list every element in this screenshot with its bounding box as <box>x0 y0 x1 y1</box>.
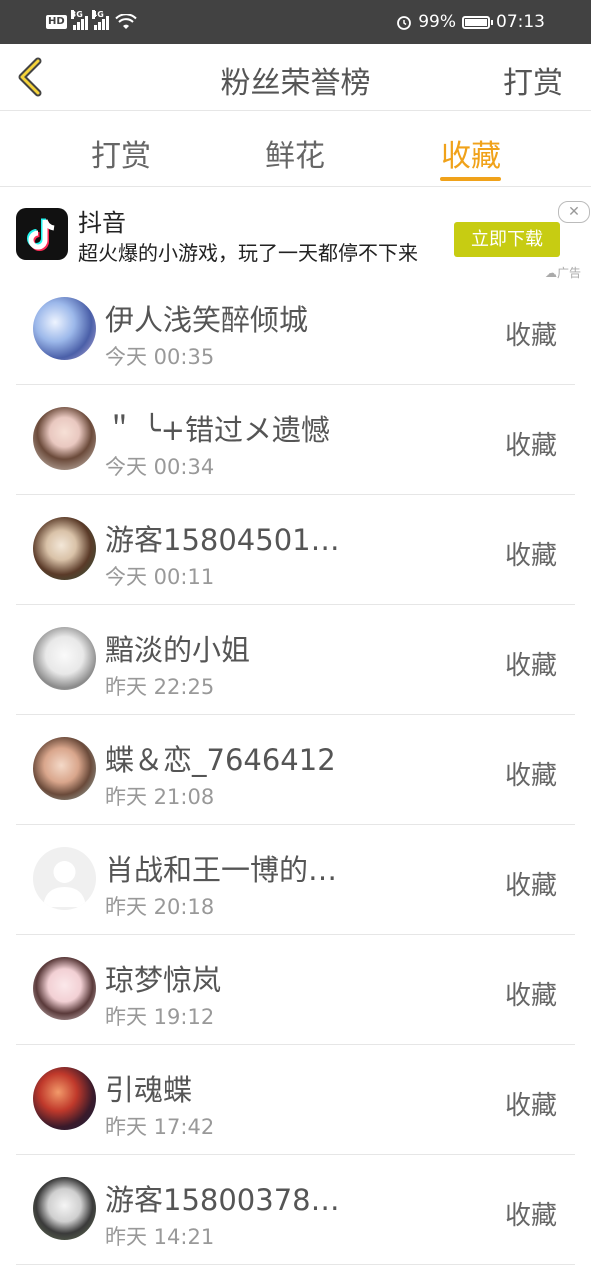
cell-signal-icon: 3G <box>70 10 88 30</box>
list-item[interactable]: 黯淡的小姐 昨天 22:25 收藏 <box>0 605 591 715</box>
fan-time: 昨天 14:21 <box>105 1225 215 1249</box>
avatar[interactable] <box>33 737 96 800</box>
cell-signal-icon-2: 4G <box>91 10 109 30</box>
battery-percent: 99% <box>418 12 456 32</box>
reward-button[interactable]: 打赏 <box>503 58 563 102</box>
fan-name: 游客15800378888 <box>105 1183 340 1217</box>
nav-bar: 粉丝荣誉榜 打赏 <box>0 44 591 111</box>
status-right: 99% 07:13 <box>396 11 545 33</box>
favorite-label: 收藏 <box>504 431 557 461</box>
ad-banner[interactable]: 抖音 超火爆的小游戏，玩了一天都停不下来 立即下载 ✕ ☁广告 <box>0 187 591 282</box>
avatar[interactable] <box>33 407 96 470</box>
fan-time: 昨天 22:25 <box>105 675 215 699</box>
tiktok-logo-icon <box>16 208 68 260</box>
fan-name: 伊人浅笑醉倾城 <box>105 303 309 337</box>
alarm-icon <box>397 16 412 30</box>
fan-name: ＂ ╰+错过メ遗憾 <box>105 413 330 447</box>
list-item[interactable]: 肖战和王一博的粉丝 昨天 20:18 收藏 <box>0 825 591 935</box>
fan-name: 引魂蝶 <box>105 1073 193 1107</box>
tab-reward[interactable]: 打赏 <box>91 131 151 175</box>
fan-time: 昨天 17:42 <box>105 1115 215 1139</box>
fan-name: 黯淡的小姐 <box>105 633 251 667</box>
fan-time: 今天 00:35 <box>105 345 215 369</box>
fan-time: 昨天 19:12 <box>105 1005 215 1029</box>
list-item[interactable]: 游客15800378888 昨天 14:21 收藏 <box>0 1155 591 1265</box>
fan-list: 伊人浅笑醉倾城 今天 00:35 收藏 ＂ ╰+错过メ遗憾 今天 00:34 收… <box>0 275 591 1265</box>
favorite-label: 收藏 <box>504 1091 557 1121</box>
favorite-label: 收藏 <box>504 1201 557 1231</box>
list-item[interactable]: 游客15804501234 今天 00:11 收藏 <box>0 495 591 605</box>
fan-time: 今天 00:34 <box>105 455 215 479</box>
avatar[interactable] <box>33 957 96 1020</box>
fan-name: 肖战和王一博的粉丝 <box>105 853 340 887</box>
avatar[interactable] <box>33 627 96 690</box>
fan-time: 今天 00:11 <box>105 565 215 589</box>
fan-name: 游客15804501234 <box>105 523 340 557</box>
favorite-label: 收藏 <box>504 981 557 1011</box>
default-avatar-icon <box>43 861 86 907</box>
fan-time: 昨天 20:18 <box>105 895 215 919</box>
ad-close-button[interactable]: ✕ <box>558 201 590 223</box>
ad-description: 超火爆的小游戏，玩了一天都停不下来 <box>78 241 418 265</box>
list-item[interactable]: 引魂蝶 昨天 17:42 收藏 <box>0 1045 591 1155</box>
battery-icon <box>462 15 493 29</box>
wifi-icon <box>114 14 137 29</box>
avatar[interactable] <box>33 847 96 910</box>
hd-badge: HD <box>46 15 67 29</box>
list-item[interactable]: ＂ ╰+错过メ遗憾 今天 00:34 收藏 <box>0 385 591 495</box>
download-button[interactable]: 立即下载 <box>454 222 560 257</box>
favorite-label: 收藏 <box>504 321 557 351</box>
active-tab-indicator <box>440 177 501 181</box>
tab-flowers[interactable]: 鲜花 <box>265 131 325 175</box>
clock: 07:13 <box>496 12 545 32</box>
list-item[interactable]: 琼梦惊岚 昨天 19:12 收藏 <box>0 935 591 1045</box>
favorite-label: 收藏 <box>504 651 557 681</box>
favorite-label: 收藏 <box>504 541 557 571</box>
avatar[interactable] <box>33 297 96 360</box>
list-item[interactable]: 蝶＆恋_7646412 昨天 21:08 收藏 <box>0 715 591 825</box>
list-item[interactable]: 伊人浅笑醉倾城 今天 00:35 收藏 <box>0 275 591 385</box>
avatar[interactable] <box>33 1177 96 1240</box>
tab-favorites[interactable]: 收藏 <box>441 131 501 175</box>
favorite-label: 收藏 <box>504 761 557 791</box>
tab-bar: 打赏 鲜花 收藏 <box>0 111 591 187</box>
favorite-label: 收藏 <box>504 871 557 901</box>
avatar[interactable] <box>33 517 96 580</box>
ad-app-name: 抖音 <box>78 209 126 237</box>
fan-name: 蝶＆恋_7646412 <box>105 743 336 777</box>
status-bar: HD 3G 4G 99% 07:13 <box>0 0 591 44</box>
fan-time: 昨天 21:08 <box>105 785 215 809</box>
avatar[interactable] <box>33 1067 96 1130</box>
status-left: HD 3G 4G <box>46 10 137 32</box>
fan-name: 琼梦惊岚 <box>105 963 222 997</box>
